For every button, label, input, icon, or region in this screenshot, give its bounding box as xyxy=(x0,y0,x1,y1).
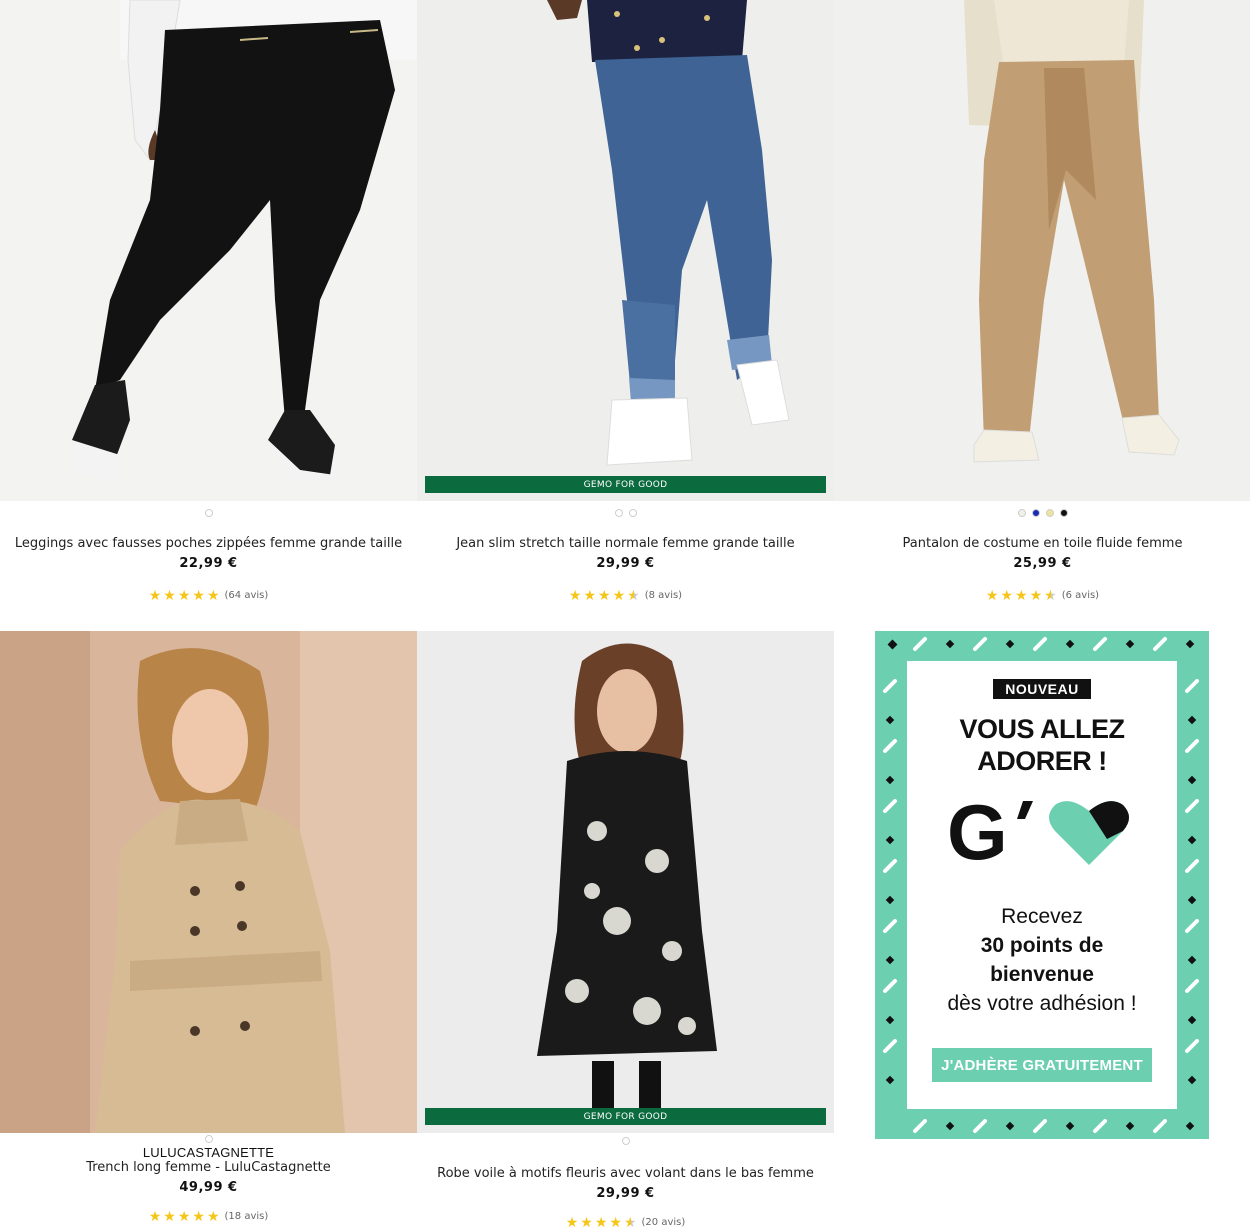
review-count[interactable]: (8 avis) xyxy=(645,590,682,601)
star-icon: ★ xyxy=(206,1208,220,1224)
product-card[interactable]: Leggings avec fausses poches zippées fem… xyxy=(0,0,417,602)
product-brand: LULUCASTAGNETTE xyxy=(142,1145,275,1160)
star-icon: ★ xyxy=(192,587,205,603)
star-icon: ★ xyxy=(598,587,611,603)
star-icon: ★ xyxy=(148,587,162,603)
color-swatch[interactable] xyxy=(614,508,623,517)
star-icon: ★ xyxy=(1015,587,1028,603)
promo-message-line: dès votre adhésion ! xyxy=(947,992,1137,1015)
product-image[interactable]: GEMO FOR GOOD xyxy=(417,631,834,1133)
star-half-icon: ★ xyxy=(623,1214,637,1230)
star-icon: ★ xyxy=(583,587,597,603)
color-swatches xyxy=(834,504,1250,521)
color-swatch[interactable] xyxy=(628,508,637,517)
product-rating: ★ ★ ★ ★ ★ (18 avis) xyxy=(0,1209,417,1223)
star-icon: ★ xyxy=(580,1214,593,1230)
star-icon: ★ xyxy=(148,1208,162,1224)
star-icon: ★ xyxy=(609,1214,622,1230)
promo-headline-line: VOUS ALLEZ xyxy=(959,714,1125,744)
review-count[interactable]: (18 avis) xyxy=(225,1211,269,1222)
product-price: 29,99 € xyxy=(596,1186,655,1201)
gemo-for-good-badge: GEMO FOR GOOD xyxy=(425,476,826,493)
star-icon: ★ xyxy=(177,587,191,603)
product-price: 29,99 € xyxy=(596,556,655,571)
promo-message-line: 30 points de xyxy=(980,934,1104,957)
star-half-icon: ★ xyxy=(1044,587,1057,603)
product-title[interactable]: Robe voile à motifs fleuris avec volant … xyxy=(417,1166,834,1181)
promo-headline-line: ADORER ! xyxy=(977,746,1107,776)
color-swatches xyxy=(0,1135,417,1143)
product-card[interactable]: GEMO FOR GOOD Robe voile à motifs fleuri… xyxy=(417,631,834,1229)
color-swatch[interactable] xyxy=(1031,508,1040,517)
product-rating: ★ ★ ★ ★ ★ (6 avis) xyxy=(834,588,1250,602)
gemo-for-good-badge: GEMO FOR GOOD xyxy=(425,1108,826,1125)
star-icon: ★ xyxy=(612,587,626,603)
product-image[interactable] xyxy=(834,0,1250,501)
product-rating: ★ ★ ★ ★ ★ (64 avis) xyxy=(0,588,417,602)
review-count[interactable]: (6 avis) xyxy=(1062,590,1099,601)
star-icon: ★ xyxy=(177,1208,191,1224)
star-half-icon: ★ xyxy=(627,587,640,603)
product-title[interactable]: Pantalon de costume en toile fluide femm… xyxy=(834,536,1250,551)
product-card[interactable]: LULUCASTAGNETTE Trench long femme - Lulu… xyxy=(0,631,417,1223)
product-title[interactable]: Jean slim stretch taille normale femme g… xyxy=(417,536,834,551)
product-rating: ★ ★ ★ ★ ★ (20 avis) xyxy=(417,1215,834,1229)
product-price: 22,99 € xyxy=(179,556,238,571)
promo-message-line: bienvenue xyxy=(990,963,1094,986)
promo-message-line: Recevez xyxy=(1001,905,1083,928)
color-swatch[interactable] xyxy=(204,1135,213,1143)
gemo-loyalty-logo: G xyxy=(947,788,1137,876)
new-badge: NOUVEAU xyxy=(993,679,1091,699)
star-icon: ★ xyxy=(565,1214,579,1230)
star-icon: ★ xyxy=(1000,587,1014,603)
review-count[interactable]: (64 avis) xyxy=(225,590,269,601)
product-price: 25,99 € xyxy=(1013,556,1072,571)
color-swatch[interactable] xyxy=(1045,508,1054,517)
product-image[interactable] xyxy=(0,631,417,1133)
color-swatches xyxy=(417,504,834,521)
product-card[interactable]: GEMO FOR GOOD Jean slim stretch taille n… xyxy=(417,0,834,602)
star-icon: ★ xyxy=(594,1214,608,1230)
star-icon: ★ xyxy=(206,587,220,603)
review-count[interactable]: (20 avis) xyxy=(642,1217,686,1228)
color-swatch[interactable] xyxy=(621,1137,630,1145)
color-swatches xyxy=(0,504,417,521)
product-rating: ★ ★ ★ ★ ★ (8 avis) xyxy=(417,588,834,602)
star-icon: ★ xyxy=(1029,587,1043,603)
product-title[interactable]: Leggings avec fausses poches zippées fem… xyxy=(0,536,417,551)
star-icon: ★ xyxy=(985,587,999,603)
star-icon: ★ xyxy=(163,587,176,603)
loyalty-promo-banner[interactable]: NOUVEAU VOUS ALLEZ ADORER ! G Recevez 30… xyxy=(875,631,1209,1139)
product-title[interactable]: Trench long femme - LuluCastagnette xyxy=(0,1160,417,1175)
product-image[interactable]: GEMO FOR GOOD xyxy=(417,0,834,501)
color-swatch[interactable] xyxy=(1059,508,1068,517)
logo-letter: G xyxy=(947,795,1008,867)
color-swatch[interactable] xyxy=(204,508,213,517)
promo-message: Recevez 30 points de bienvenue dès votre… xyxy=(947,902,1136,1018)
product-image[interactable] xyxy=(0,0,417,501)
color-swatches xyxy=(417,1135,834,1147)
star-icon: ★ xyxy=(163,1208,176,1224)
product-price: 49,99 € xyxy=(179,1180,238,1195)
join-free-button[interactable]: J'ADHÈRE GRATUITEMENT xyxy=(932,1048,1152,1082)
star-icon: ★ xyxy=(192,1208,205,1224)
product-card[interactable]: Pantalon de costume en toile fluide femm… xyxy=(834,0,1250,602)
promo-headline: VOUS ALLEZ ADORER ! xyxy=(959,713,1125,777)
promo-content: NOUVEAU VOUS ALLEZ ADORER ! G Recevez 30… xyxy=(907,661,1177,1109)
color-swatch[interactable] xyxy=(1017,508,1026,517)
star-icon: ★ xyxy=(568,587,582,603)
